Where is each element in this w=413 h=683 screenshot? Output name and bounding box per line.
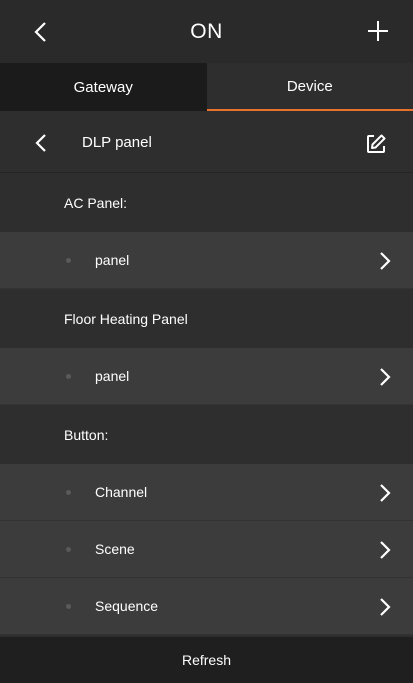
- section-header-button: Button:: [0, 406, 413, 464]
- app-screen: ON Gateway Device DLP panel AC Panel: pa…: [0, 0, 413, 683]
- add-button[interactable]: [361, 14, 395, 48]
- list-item-label: panel: [95, 368, 130, 384]
- list-item-channel[interactable]: Channel: [0, 464, 413, 521]
- list-item-floor-heating-panel[interactable]: panel: [0, 348, 413, 405]
- chevron-right-icon: [375, 364, 395, 390]
- tab-bar: Gateway Device: [0, 63, 413, 111]
- page-title: ON: [190, 19, 223, 43]
- chevron-left-icon: [35, 134, 46, 152]
- section-header-ac-panel: AC Panel:: [0, 174, 413, 232]
- bullet-dot-icon: [66, 547, 71, 552]
- refresh-button[interactable]: Refresh: [0, 637, 413, 683]
- chevron-right-icon: [375, 594, 395, 620]
- tab-gateway[interactable]: Gateway: [0, 63, 207, 111]
- tab-device[interactable]: Device: [206, 63, 413, 111]
- list-item-label: panel: [95, 252, 130, 268]
- subheader-back-button[interactable]: [30, 129, 52, 157]
- edit-button[interactable]: [361, 129, 391, 159]
- chevron-right-icon: [375, 537, 395, 563]
- edit-icon: [367, 134, 386, 153]
- chevron-right-icon: [375, 480, 395, 506]
- bullet-dot-icon: [66, 604, 71, 609]
- chevron-right-icon: [375, 248, 395, 274]
- list-item-label: Channel: [95, 484, 148, 500]
- back-button[interactable]: [26, 16, 54, 48]
- bullet-dot-icon: [66, 258, 71, 263]
- chevron-left-icon: [34, 22, 46, 42]
- list-item-label: Scene: [95, 541, 135, 557]
- bullet-dot-icon: [66, 374, 71, 379]
- device-subheader: DLP panel: [0, 113, 413, 173]
- list-item-sequence[interactable]: Sequence: [0, 578, 413, 635]
- bullet-dot-icon: [66, 490, 71, 495]
- section-header-floor-heating: Floor Heating Panel: [0, 290, 413, 348]
- list-item-label: Sequence: [95, 598, 159, 614]
- list-item-ac-panel[interactable]: panel: [0, 232, 413, 289]
- list-item-scene[interactable]: Scene: [0, 521, 413, 578]
- device-name-label: DLP panel: [82, 134, 152, 151]
- top-app-bar: ON: [0, 0, 413, 63]
- plus-icon: [368, 21, 388, 41]
